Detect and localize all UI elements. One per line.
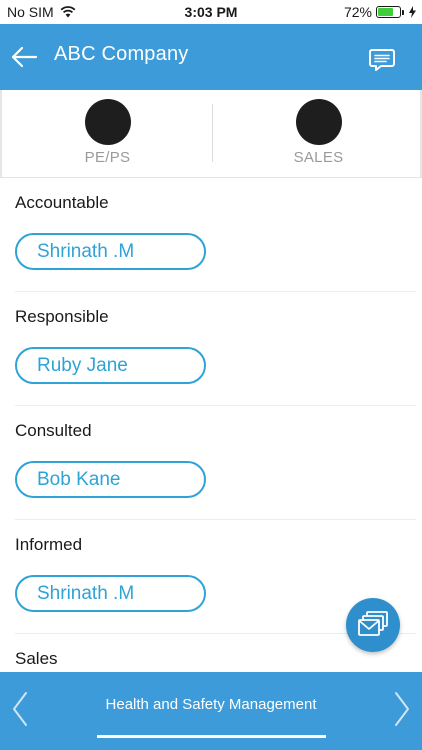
- next-button[interactable]: [388, 689, 416, 729]
- bolt-icon: [409, 6, 416, 18]
- chat-button[interactable]: [368, 47, 396, 73]
- app-header: ABC Company: [0, 24, 422, 90]
- section-responsible: Responsible Ruby Jane: [0, 292, 416, 406]
- department-avatar: [295, 99, 342, 145]
- arrow-left-icon: [11, 46, 38, 68]
- chevron-right-icon: [395, 692, 409, 726]
- section-title: Informed: [15, 535, 83, 554]
- status-bar: No SIM 3:03 PM 72%: [0, 0, 422, 24]
- person-pill[interactable]: Shrinath .M: [15, 575, 206, 612]
- section-title: Consulted: [15, 421, 92, 440]
- section-accountable: Accountable Shrinath .M: [0, 178, 416, 292]
- mail-fab-button[interactable]: [346, 598, 400, 652]
- battery-percent: 72%: [343, 4, 372, 20]
- battery-icon: [376, 6, 404, 18]
- department-avatar: [84, 99, 131, 145]
- department-label: PE/PS: [84, 149, 131, 166]
- person-pill[interactable]: Shrinath .M: [15, 233, 206, 270]
- status-right: 72%: [344, 4, 416, 20]
- page-title: ABC Company: [54, 43, 189, 65]
- department-tab-sales[interactable]: SALES: [213, 90, 422, 178]
- nav-title[interactable]: Health and Safety Management: [0, 696, 422, 713]
- bottom-nav: Health and Safety Management: [0, 672, 422, 750]
- active-indicator: [97, 735, 326, 738]
- department-tabs: PE/PS SALES: [0, 90, 422, 178]
- department-label: SALES: [293, 149, 344, 166]
- department-tab-pe-ps[interactable]: PE/PS: [2, 90, 213, 178]
- section-title: Responsible: [15, 307, 109, 326]
- chat-icon: [369, 49, 395, 71]
- person-pill[interactable]: Ruby Jane: [15, 347, 206, 384]
- person-pill[interactable]: Bob Kane: [15, 461, 206, 498]
- battery-level: [378, 8, 394, 16]
- mail-stack-icon: [358, 611, 388, 636]
- section-consulted: Consulted Bob Kane: [0, 406, 416, 520]
- back-button[interactable]: [10, 43, 40, 71]
- section-title: Accountable: [15, 193, 109, 212]
- section-title: Sales: [15, 649, 58, 668]
